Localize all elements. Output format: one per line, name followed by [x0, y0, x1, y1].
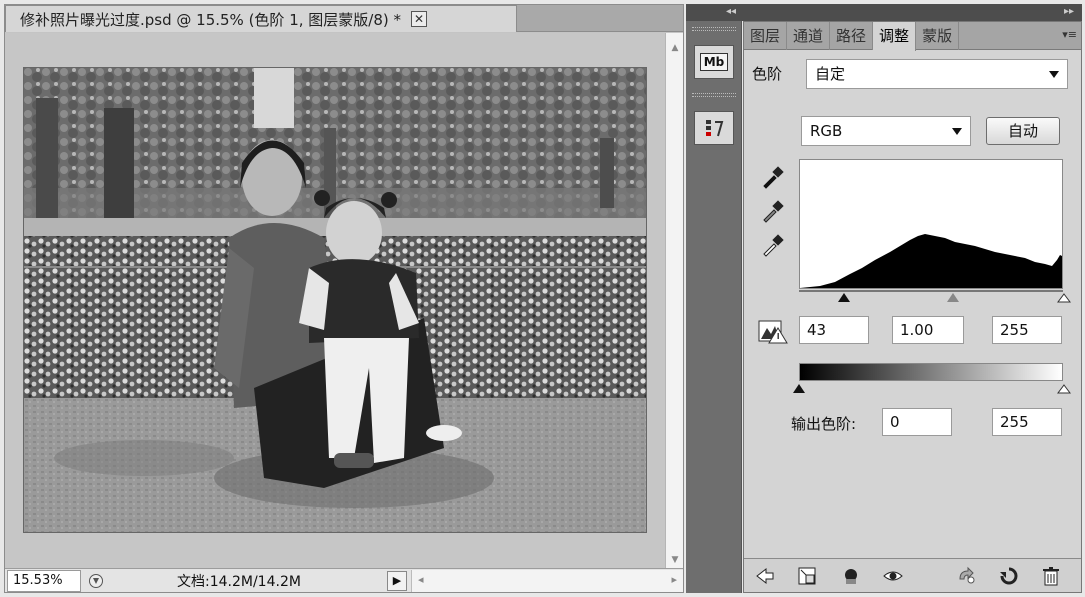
- canvas-area[interactable]: [5, 33, 665, 569]
- reset-icon[interactable]: [998, 565, 1020, 587]
- status-bar: 15.53% 文档:14.2M/14.2M ▶ ◂ ▸: [5, 568, 683, 592]
- icon-dock: Mb: [686, 21, 742, 593]
- mini-bridge-icon[interactable]: Mb: [694, 45, 734, 79]
- scroll-right-icon[interactable]: ▸: [671, 573, 677, 586]
- tab-layers[interactable]: 图层: [744, 22, 788, 50]
- output-white-field[interactable]: 255: [992, 408, 1062, 436]
- dock-grip[interactable]: [692, 93, 736, 97]
- clipping-warning-icon[interactable]: [758, 318, 790, 344]
- histogram-graph: [800, 234, 1062, 288]
- vertical-scrollbar[interactable]: ▲ ▼: [665, 33, 683, 569]
- tab-adjustments[interactable]: 调整: [873, 22, 917, 51]
- document-title: 修补照片曝光过度.psd @ 15.5% (色阶 1, 图层蒙版/8) *: [20, 10, 402, 29]
- return-arrow-icon[interactable]: [754, 565, 776, 587]
- histogram: [799, 159, 1063, 289]
- input-gamma-slider[interactable]: [947, 293, 960, 302]
- white-point-eyedropper-icon[interactable]: [760, 232, 786, 258]
- channel-value: RGB: [810, 122, 843, 140]
- document-tab[interactable]: 修补照片曝光过度.psd @ 15.5% (色阶 1, 图层蒙版/8) * ✕: [5, 5, 517, 32]
- photo-canvas[interactable]: [23, 67, 647, 533]
- status-menu-arrow-icon[interactable]: ▶: [387, 570, 407, 591]
- document-window: 修补照片曝光过度.psd @ 15.5% (色阶 1, 图层蒙版/8) * ✕: [4, 4, 684, 593]
- adjustment-type-label: 色阶: [752, 65, 783, 83]
- panel-tabs: 图层 通道 路径 调整 蒙版 ▾≡: [744, 22, 1081, 51]
- clip-layer-icon[interactable]: [840, 565, 862, 587]
- photoshop-window: 修补照片曝光过度.psd @ 15.5% (色阶 1, 图层蒙版/8) * ✕: [0, 0, 1085, 597]
- tab-bar-empty: [517, 5, 683, 32]
- visibility-eye-icon[interactable]: [882, 565, 904, 587]
- history-icon[interactable]: [694, 111, 734, 145]
- input-levels-track[interactable]: [799, 290, 1063, 292]
- auto-button[interactable]: 自动: [986, 117, 1060, 145]
- adjustments-panel: 图层 通道 路径 调整 蒙版 ▾≡ 色阶 自定 RGB 自动 43 1.00 2…: [743, 21, 1082, 593]
- panel-menu-icon[interactable]: ▾≡: [1062, 28, 1077, 41]
- document-info[interactable]: 文档:14.2M/14.2M: [107, 571, 387, 591]
- tab-paths[interactable]: 路径: [830, 22, 874, 50]
- input-black-slider[interactable]: [837, 293, 850, 302]
- tab-masks[interactable]: 蒙版: [916, 22, 960, 50]
- horizontal-scrollbar[interactable]: ◂ ▸: [411, 569, 683, 592]
- preset-value: 自定: [815, 65, 846, 83]
- scroll-up-icon[interactable]: ▲: [666, 43, 684, 53]
- expand-dock-icon[interactable]: ▸▸: [1064, 6, 1074, 17]
- black-point-eyedropper-icon[interactable]: [760, 164, 786, 190]
- chevron-down-icon: [952, 128, 962, 135]
- scroll-left-icon[interactable]: ◂: [418, 573, 424, 586]
- photo-image: [24, 68, 646, 532]
- chevron-down-icon: [1049, 71, 1059, 78]
- output-levels-label: 输出色阶:: [791, 415, 857, 433]
- scroll-down-icon[interactable]: ▼: [666, 555, 684, 565]
- preview-icon[interactable]: [85, 570, 107, 592]
- preset-dropdown[interactable]: 自定: [806, 59, 1068, 89]
- gray-point-eyedropper-icon[interactable]: [760, 198, 786, 224]
- channel-dropdown[interactable]: RGB: [801, 116, 971, 146]
- input-white-field[interactable]: 255: [992, 316, 1062, 344]
- output-black-slider[interactable]: [793, 384, 805, 393]
- input-white-slider[interactable]: [1057, 293, 1071, 303]
- input-gamma-field[interactable]: 1.00: [892, 316, 964, 344]
- dock-grip[interactable]: [692, 27, 736, 31]
- output-white-slider[interactable]: [1057, 384, 1071, 394]
- trash-icon[interactable]: [1040, 565, 1062, 587]
- output-levels-gradient: [799, 363, 1063, 381]
- previous-state-icon[interactable]: [956, 565, 978, 587]
- panel-dock-header: ◂◂ ▸▸: [686, 4, 1082, 21]
- input-black-field[interactable]: 43: [799, 316, 869, 344]
- expand-view-icon[interactable]: [796, 565, 818, 587]
- panel-bottom-bar: [744, 558, 1081, 592]
- tab-channels[interactable]: 通道: [787, 22, 831, 50]
- collapse-dock-icon[interactable]: ◂◂: [726, 6, 736, 17]
- output-black-field[interactable]: 0: [882, 408, 952, 436]
- zoom-field[interactable]: 15.53%: [7, 569, 81, 592]
- close-icon[interactable]: ✕: [411, 11, 428, 27]
